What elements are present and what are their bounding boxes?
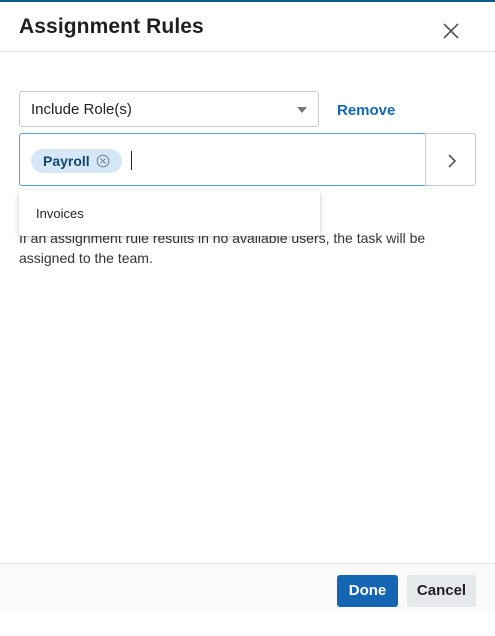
chevron-right-icon — [448, 154, 457, 168]
dialog-header: Assignment Rules — [0, 2, 495, 52]
rule-type-select[interactable]: Include Role(s) — [19, 91, 319, 127]
role-chip-payroll: Payroll — [31, 149, 122, 173]
dialog-footer: Done Cancel — [0, 563, 495, 613]
role-chip-label: Payroll — [43, 153, 90, 169]
cancel-button[interactable]: Cancel — [407, 575, 476, 607]
remove-rule-link[interactable]: Remove — [337, 102, 395, 119]
next-button[interactable] — [425, 133, 476, 186]
assignment-rules-dialog: Assignment Rules Include Role(s) Remove … — [0, 0, 495, 636]
dropdown-option-invoices[interactable]: Invoices — [19, 190, 320, 236]
dropdown-option-label: Invoices — [36, 206, 84, 221]
close-icon — [443, 23, 459, 39]
chevron-down-icon — [297, 107, 307, 113]
role-tag-input[interactable]: Payroll — [19, 133, 426, 186]
circle-x-icon — [96, 154, 110, 168]
dialog-bottom-spacer — [0, 613, 495, 636]
rule-type-value: Include Role(s) — [31, 101, 132, 118]
role-suggestions-dropdown: Invoices — [19, 190, 320, 236]
close-button[interactable] — [440, 20, 462, 42]
text-cursor — [131, 151, 132, 170]
done-button[interactable]: Done — [337, 575, 398, 607]
dialog-title: Assignment Rules — [19, 15, 204, 38]
chip-remove-button[interactable] — [96, 154, 110, 168]
